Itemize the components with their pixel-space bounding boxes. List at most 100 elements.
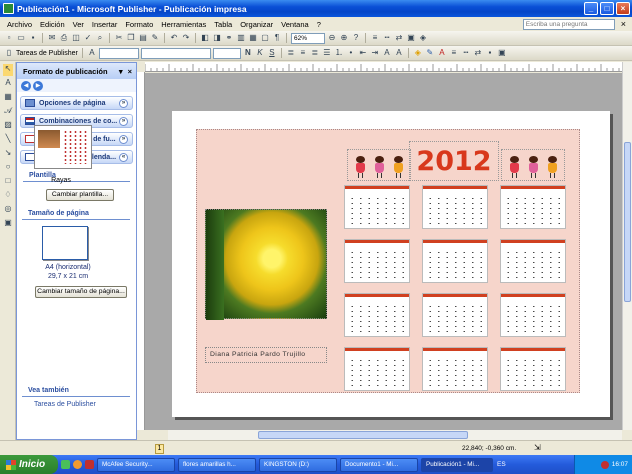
- task-publicacion[interactable]: Publicación1 - Mi...: [421, 457, 493, 472]
- publisher-app-icon[interactable]: [3, 3, 14, 14]
- menu-ventana[interactable]: Ventana: [277, 20, 313, 29]
- month-calendar[interactable]: [500, 239, 566, 283]
- task-pane-close-icon[interactable]: ×: [128, 67, 132, 76]
- minimize-button[interactable]: _: [584, 2, 598, 15]
- new-icon[interactable]: ▫: [4, 33, 14, 43]
- research-icon[interactable]: ⌕: [95, 33, 105, 43]
- shadow-icon[interactable]: ▪: [485, 48, 495, 58]
- format-painter-icon[interactable]: ✎: [150, 33, 160, 43]
- table-icon[interactable]: ▦: [248, 33, 258, 43]
- font-increase-icon[interactable]: A: [394, 48, 404, 58]
- dash-style-icon[interactable]: ┅: [382, 33, 392, 43]
- quicklaunch-icon[interactable]: [85, 460, 94, 469]
- design-gallery-icon[interactable]: ▣: [3, 218, 13, 230]
- tray-icon[interactable]: [600, 460, 609, 469]
- align-center-icon[interactable]: ≡: [298, 48, 308, 58]
- task-kingston[interactable]: KINGSTON (D:): [259, 457, 337, 472]
- justify-icon[interactable]: ☰: [322, 48, 332, 58]
- zoom-in-icon[interactable]: ⊕: [339, 33, 349, 43]
- line-icon[interactable]: ╲: [3, 134, 13, 146]
- font-color-icon[interactable]: A: [437, 48, 447, 58]
- maximize-button[interactable]: □: [600, 2, 614, 15]
- 3d-style-icon[interactable]: ◈: [418, 33, 428, 43]
- task-pane-dropdown-icon[interactable]: ▾: [119, 67, 123, 76]
- rectangle-icon[interactable]: □: [3, 176, 13, 188]
- italic-icon[interactable]: K: [255, 48, 265, 58]
- horizontal-ruler[interactable]: [145, 62, 622, 72]
- forward-icon[interactable]: ▶: [33, 80, 43, 91]
- month-calendar[interactable]: [422, 347, 488, 391]
- autoshapes-icon[interactable]: ♢: [3, 190, 13, 202]
- pilcrow-icon[interactable]: ¶: [272, 33, 282, 43]
- columns-icon[interactable]: ▥: [236, 33, 246, 43]
- template-thumbnail[interactable]: [34, 125, 92, 169]
- close-button[interactable]: ×: [616, 2, 630, 15]
- copy-icon[interactable]: ❐: [126, 33, 136, 43]
- oval-icon[interactable]: ○: [3, 162, 13, 174]
- redo-icon[interactable]: ↷: [181, 33, 191, 43]
- bold-icon[interactable]: N: [243, 48, 253, 58]
- month-calendar[interactable]: [344, 293, 410, 337]
- month-calendar[interactable]: [422, 293, 488, 337]
- line-weight-icon[interactable]: ≡: [449, 48, 459, 58]
- month-calendar[interactable]: [344, 239, 410, 283]
- menu-herramientas[interactable]: Herramientas: [157, 20, 210, 29]
- menu-formato[interactable]: Formato: [121, 20, 157, 29]
- change-page-size-button[interactable]: Cambiar tamaño de página...: [35, 286, 127, 298]
- month-calendar[interactable]: [500, 347, 566, 391]
- threed-icon[interactable]: ▣: [497, 48, 507, 58]
- print-icon[interactable]: ⎙: [59, 33, 69, 43]
- shadow-style-icon[interactable]: ▣: [406, 33, 416, 43]
- task-mcafee[interactable]: McAfee Security...: [97, 457, 175, 472]
- paste-icon[interactable]: ▤: [138, 33, 148, 43]
- mail-icon[interactable]: ✉: [47, 33, 57, 43]
- undo-icon[interactable]: ↶: [169, 33, 179, 43]
- style-select[interactable]: [98, 47, 139, 59]
- menu-ver[interactable]: Ver: [69, 20, 88, 29]
- change-template-button[interactable]: Cambiar plantilla...: [46, 189, 114, 201]
- expand-icon[interactable]: »: [119, 116, 128, 126]
- menu-edicion[interactable]: Edición: [36, 20, 69, 29]
- hotspot-icon[interactable]: ◎: [3, 204, 13, 216]
- vertical-scrollbar[interactable]: [622, 62, 632, 430]
- decrease-indent-icon[interactable]: ⇤: [358, 48, 368, 58]
- page-navigator[interactable]: 1: [155, 444, 164, 454]
- bring-front-icon[interactable]: ◧: [200, 33, 210, 43]
- firefox-icon[interactable]: [73, 460, 82, 469]
- cut-icon[interactable]: ✂: [114, 33, 124, 43]
- dash-icon[interactable]: ┅: [461, 48, 471, 58]
- document-workspace[interactable]: Diana Patricia Pardo Trujillo 2012: [145, 73, 622, 430]
- underline-icon[interactable]: S: [267, 48, 277, 58]
- start-button[interactable]: Inicio: [0, 455, 58, 474]
- frame-icon[interactable]: ▢: [260, 33, 270, 43]
- align-right-icon[interactable]: ≣: [310, 48, 320, 58]
- bullets-icon[interactable]: •: [346, 48, 356, 58]
- increase-indent-icon[interactable]: ⇥: [370, 48, 380, 58]
- year-heading[interactable]: 2012: [409, 141, 499, 181]
- menu-ayuda[interactable]: ?: [313, 20, 325, 29]
- task-pane-icon[interactable]: ▯: [4, 48, 14, 58]
- save-icon[interactable]: ▪: [28, 33, 38, 43]
- line-style-icon[interactable]: ≡: [370, 33, 380, 43]
- task-documento[interactable]: Documento1 - Mi...: [340, 457, 418, 472]
- insert-table-icon[interactable]: ▦: [3, 92, 13, 104]
- girls-clipart-left[interactable]: [347, 149, 411, 181]
- font-size-select[interactable]: [212, 47, 241, 59]
- vertical-ruler[interactable]: [137, 72, 145, 430]
- name-text-box[interactable]: Diana Patricia Pardo Trujillo: [205, 347, 327, 363]
- horizontal-scroll-thumb[interactable]: [258, 431, 468, 439]
- help-icon[interactable]: ?: [351, 33, 361, 43]
- month-calendar[interactable]: [500, 185, 566, 229]
- publisher-tasks-button[interactable]: Tareas de Publisher: [16, 50, 78, 57]
- desktop-icon[interactable]: [61, 460, 70, 469]
- vertical-scroll-thumb[interactable]: [624, 142, 631, 302]
- horizontal-scrollbar[interactable]: [168, 430, 622, 440]
- month-calendar[interactable]: [422, 185, 488, 229]
- send-back-icon[interactable]: ◨: [212, 33, 222, 43]
- print-preview-icon[interactable]: ◫: [71, 33, 81, 43]
- expand-icon[interactable]: »: [119, 98, 128, 108]
- arrow-icon[interactable]: ↘: [3, 148, 13, 160]
- menu-tabla[interactable]: Tabla: [210, 20, 236, 29]
- zoom-select[interactable]: 62%: [291, 32, 325, 44]
- section-page-options[interactable]: Opciones de página »: [20, 96, 133, 110]
